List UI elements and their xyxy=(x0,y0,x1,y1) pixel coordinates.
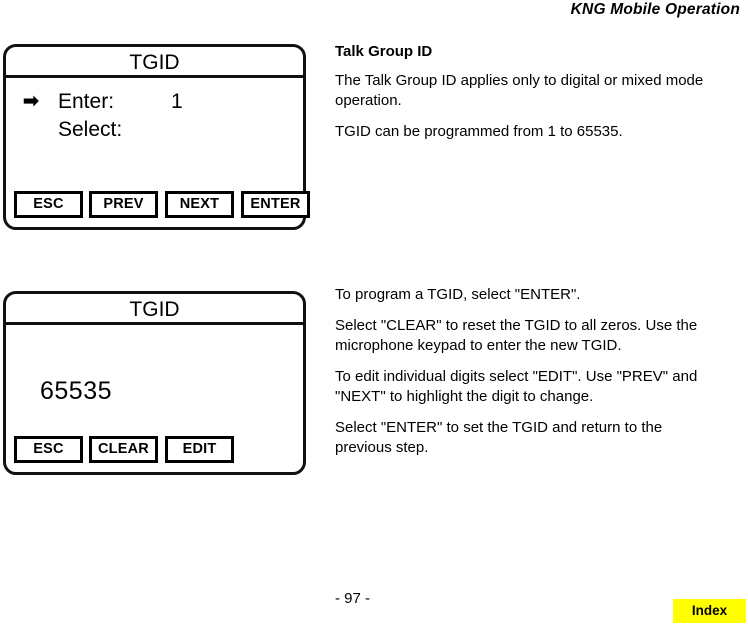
softkey-edit[interactable]: EDIT xyxy=(165,436,234,463)
menu-row-enter-value: 1 xyxy=(171,90,183,113)
paragraph-tgid-applies: The Talk Group ID applies only to digita… xyxy=(335,72,704,109)
softkey-clear[interactable]: CLEAR xyxy=(89,436,158,463)
page-number: - 97 - xyxy=(335,590,371,607)
softkey-esc[interactable]: ESC xyxy=(14,191,83,218)
lcd-title-2: TGID xyxy=(6,294,303,325)
section-heading: Talk Group ID xyxy=(335,43,433,60)
page-header: KNG Mobile Operation xyxy=(570,1,740,18)
menu-row-enter-label: Enter: xyxy=(58,90,115,113)
paragraph-clear-tgid: Select "CLEAR" to reset the TGID to all … xyxy=(335,317,698,354)
softkey-prev[interactable]: PREV xyxy=(89,191,158,218)
talk-group-id-section: Talk Group ID The Talk Group ID applies … xyxy=(335,41,718,142)
paragraph-tgid-range: TGID can be programmed from 1 to 65535. xyxy=(335,123,623,140)
softkey-next[interactable]: NEXT xyxy=(165,191,234,218)
tgid-enter-screen: TGID ➡ Enter: 1 Select: ESC PREV NEXT EN… xyxy=(3,44,310,230)
tgid-instructions-section: To program a TGID, select "ENTER". Selec… xyxy=(335,285,718,458)
paragraph-set-tgid: Select "ENTER" to set the TGID and retur… xyxy=(335,419,663,456)
paragraph-program-tgid: To program a TGID, select "ENTER". xyxy=(335,286,581,303)
softkey-esc-2[interactable]: ESC xyxy=(14,436,83,463)
menu-row-enter[interactable]: ➡ Enter: 1 xyxy=(6,88,303,116)
tgid-value[interactable]: 65535 xyxy=(40,376,112,406)
menu-row-select-label: Select: xyxy=(58,118,123,141)
tgid-value-screen: TGID 65535 ESC CLEAR EDIT xyxy=(3,291,306,475)
selection-arrow-icon: ➡ xyxy=(23,91,39,112)
softkey-row-2: ESC CLEAR EDIT xyxy=(14,436,295,463)
paragraph-edit-digits: To edit individual digits select "EDIT".… xyxy=(335,368,698,405)
index-button[interactable]: Index xyxy=(673,599,746,623)
lcd-body-2: 65535 ESC CLEAR EDIT xyxy=(6,325,303,472)
softkey-row-1: ESC PREV NEXT ENTER xyxy=(14,191,310,218)
lcd-body-1: ➡ Enter: 1 Select: ESC PREV NEXT ENTER xyxy=(6,78,310,227)
softkey-enter[interactable]: ENTER xyxy=(241,191,310,218)
lcd-title-1: TGID xyxy=(6,47,303,78)
menu-row-select[interactable]: Select: xyxy=(6,116,303,144)
